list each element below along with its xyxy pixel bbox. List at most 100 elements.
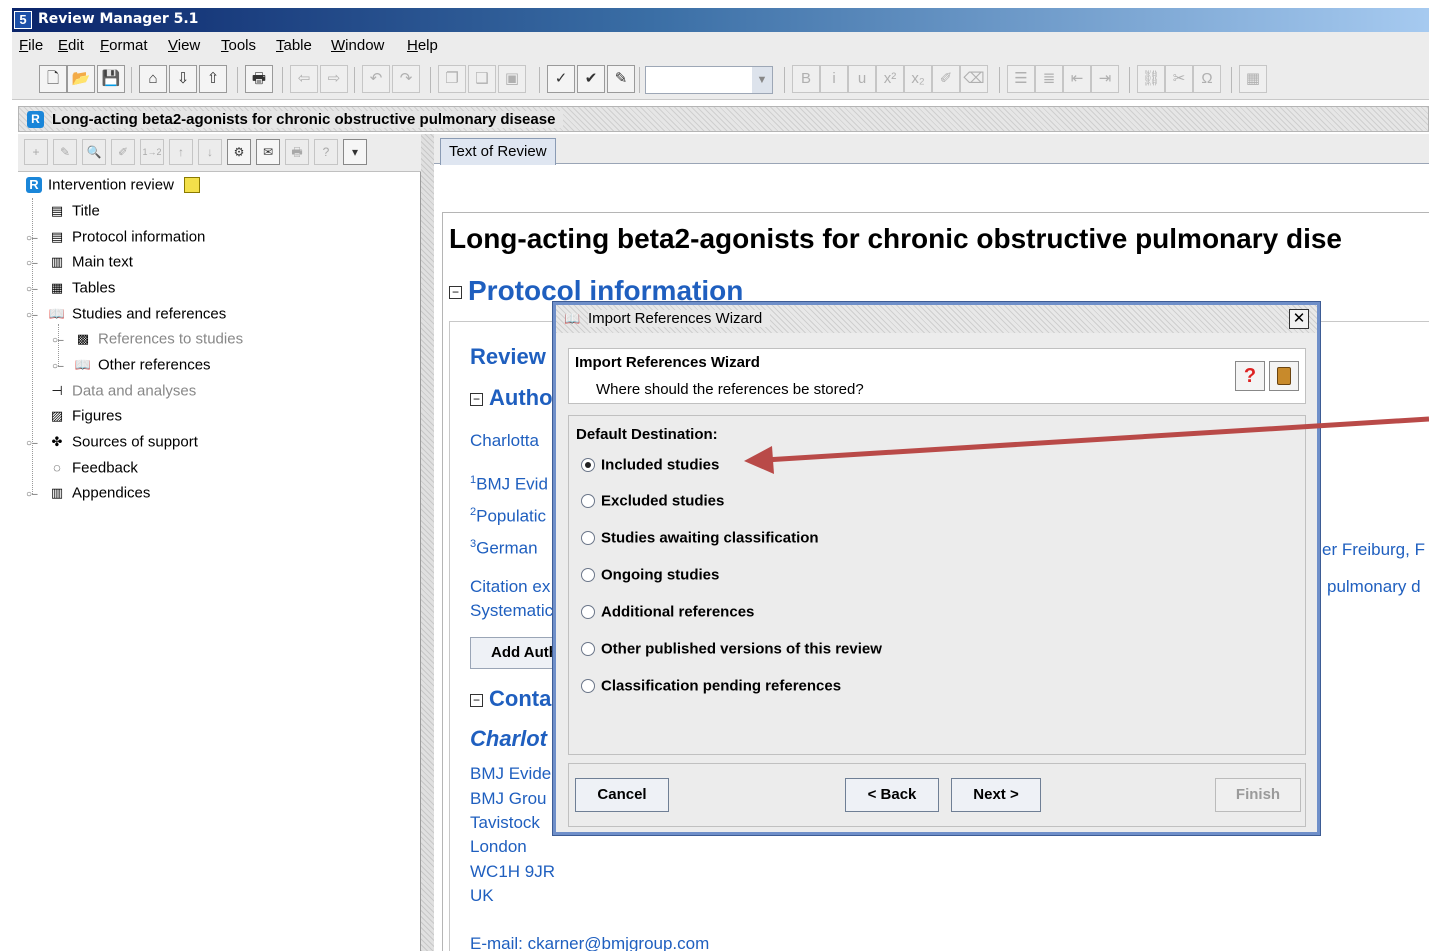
tree-root[interactable]: R Intervention review	[26, 176, 206, 198]
help-icon[interactable]: ?	[314, 139, 338, 165]
redo-icon[interactable]: ↷	[392, 65, 420, 93]
affiliation-3-continued[interactable]: er Freiburg, F	[1322, 540, 1425, 560]
forward-icon[interactable]: ⇨	[320, 65, 348, 93]
back-button[interactable]: < Back	[845, 778, 939, 812]
tree-item[interactable]: ▦ Tables	[48, 279, 116, 301]
tree-item[interactable]: 📖 Studies and references	[48, 305, 226, 327]
save-icon[interactable]: 💾	[97, 65, 125, 93]
menu-tools[interactable]: Tools	[221, 37, 256, 54]
radio-unchecked-icon[interactable]	[581, 531, 595, 546]
author-line[interactable]: Charlotta	[470, 431, 539, 451]
radio-unchecked-icon[interactable]	[581, 568, 595, 583]
contact-name[interactable]: Charlot	[470, 726, 547, 752]
superscript-icon[interactable]: x²	[876, 65, 904, 93]
new-file-icon[interactable]: 🗋	[39, 65, 67, 93]
indent-icon[interactable]: ⇥	[1091, 65, 1119, 93]
tree-item[interactable]: ▥ Main text	[48, 253, 133, 275]
contact-email[interactable]: E-mail: ckarner@bmjgroup.com	[470, 934, 709, 951]
copy-icon[interactable]: ❐	[438, 65, 466, 93]
radio-unchecked-icon[interactable]	[581, 605, 595, 620]
clipboard-icon[interactable]: ▣	[498, 65, 526, 93]
rename-icon[interactable]: ✐	[111, 139, 135, 165]
contact-line[interactable]: Tavistock	[470, 813, 540, 833]
menu-help[interactable]: Help	[407, 37, 438, 54]
radio-option[interactable]: Other published versions of this review	[581, 640, 882, 658]
chevron-down-icon[interactable]: ▼	[752, 67, 772, 93]
symbol-icon[interactable]: Ω	[1193, 65, 1221, 93]
note-icon[interactable]: ✉	[256, 139, 280, 165]
tree-item[interactable]: ▩ References to studies	[74, 330, 243, 352]
italic-icon[interactable]: i	[820, 65, 848, 93]
dialog-titlebar[interactable]: 📖 Import References Wizard ✕	[556, 305, 1317, 333]
close-icon[interactable]: ✕	[1289, 309, 1309, 329]
add-icon[interactable]: +	[24, 139, 48, 165]
tab-text-of-review[interactable]: Text of Review	[440, 138, 556, 165]
bold-icon[interactable]: B	[792, 65, 820, 93]
affiliation-3[interactable]: 3German	[470, 538, 538, 559]
tree-item[interactable]: ✤ Sources of support	[48, 433, 198, 455]
dropdown-icon[interactable]: ▾	[343, 139, 367, 165]
font-combo[interactable]: ▼	[645, 66, 773, 94]
menu-format[interactable]: Format	[100, 37, 148, 54]
open-folder-icon[interactable]: 📂	[67, 65, 95, 93]
clear-format-icon[interactable]: ⌫	[960, 65, 988, 93]
collapse-icon[interactable]: −	[470, 693, 483, 707]
highlight-icon[interactable]: ✐	[932, 65, 960, 93]
radio-unchecked-icon[interactable]	[581, 642, 595, 657]
contact-line[interactable]: UK	[470, 886, 494, 906]
outdent-icon[interactable]: ⇤	[1063, 65, 1091, 93]
affiliation-1[interactable]: 1BMJ Evid	[470, 474, 548, 495]
radio-checked-icon[interactable]	[581, 458, 595, 473]
citation-line-1[interactable]: Citation ex	[470, 577, 550, 597]
handbook-icon[interactable]	[1269, 361, 1299, 391]
menu-window[interactable]: Window	[331, 37, 384, 54]
radio-option[interactable]: Studies awaiting classification	[581, 529, 819, 547]
radio-option[interactable]: Ongoing studies	[581, 566, 719, 584]
home-icon[interactable]: ⌂	[139, 65, 167, 93]
contact-line[interactable]: BMJ Evide	[470, 764, 551, 784]
radio-option[interactable]: Included studies	[581, 456, 719, 474]
back-icon[interactable]: ⇦	[290, 65, 318, 93]
properties-icon[interactable]: 🔍	[82, 139, 106, 165]
help-icon[interactable]: ?	[1235, 361, 1265, 391]
numbered-list-icon[interactable]: ≣	[1035, 65, 1063, 93]
citation-line-2[interactable]: Systematic	[470, 601, 553, 621]
tree-item[interactable]: ▤ Title	[48, 202, 100, 224]
validate-icon[interactable]: ✓	[547, 65, 575, 93]
unlink-icon[interactable]: ✂	[1165, 65, 1193, 93]
subscript-icon[interactable]: x₂	[904, 65, 932, 93]
undo-icon[interactable]: ↶	[362, 65, 390, 93]
bullet-list-icon[interactable]: ☰	[1007, 65, 1035, 93]
edit-icon[interactable]: ✎	[53, 139, 77, 165]
tree-item[interactable]: ▨ Figures	[48, 407, 122, 429]
radio-unchecked-icon[interactable]	[581, 494, 595, 509]
move-down-icon[interactable]: ↓	[198, 139, 222, 165]
format-icon[interactable]: ✎	[607, 65, 635, 93]
paste-icon[interactable]: ❑	[468, 65, 496, 93]
radio-option[interactable]: Classification pending references	[581, 677, 841, 695]
move-up-icon[interactable]: ↑	[169, 139, 193, 165]
menu-table[interactable]: Table	[276, 37, 312, 54]
note-icon[interactable]	[184, 177, 201, 194]
tree-item[interactable]: ◌ Feedback	[48, 459, 138, 481]
collapse-icon[interactable]: −	[449, 286, 462, 300]
contact-line[interactable]: BMJ Grou	[470, 789, 547, 809]
tree-item[interactable]: ▤ Protocol information	[48, 228, 206, 250]
tree-item[interactable]: ⊣ Data and analyses	[48, 382, 196, 404]
contact-line[interactable]: London	[470, 837, 527, 857]
tree-item[interactable]: ▥ Appendices	[48, 484, 151, 506]
radio-option[interactable]: Excluded studies	[581, 492, 724, 510]
radio-option[interactable]: Additional references	[581, 603, 754, 621]
menu-edit[interactable]: Edit	[58, 37, 84, 54]
print-outline-icon[interactable]: 🖶	[285, 139, 309, 165]
finish-button[interactable]: Finish	[1215, 778, 1301, 812]
collapse-icon[interactable]: −	[470, 392, 483, 406]
cancel-button[interactable]: Cancel	[575, 778, 669, 812]
table-icon[interactable]: ▦	[1239, 65, 1267, 93]
affiliation-2[interactable]: 2Populatic	[470, 506, 546, 527]
spellcheck-icon[interactable]: ✔	[577, 65, 605, 93]
underline-icon[interactable]: u	[848, 65, 876, 93]
settings-icon[interactable]: ⚙	[227, 139, 251, 165]
panel-splitter[interactable]	[421, 134, 434, 951]
menu-file[interactable]: File	[19, 37, 43, 54]
